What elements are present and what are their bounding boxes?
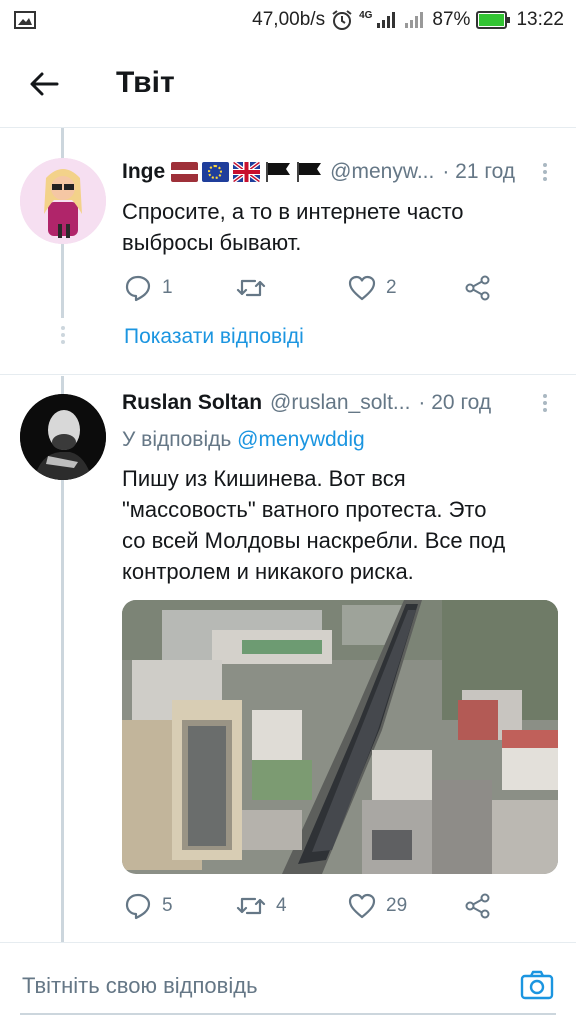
- heart-icon: [348, 893, 376, 919]
- aerial-city-photo: [122, 600, 558, 874]
- tweet1-text: Спросите, а то в интернете часто выбросы…: [122, 196, 542, 258]
- camera-icon: [520, 970, 554, 1000]
- show-replies-link[interactable]: Показати відповіді: [124, 325, 304, 349]
- reply-button[interactable]: 5: [124, 892, 236, 920]
- black-flag: [264, 162, 291, 182]
- tweet2-actions: 5 4 29: [124, 892, 492, 920]
- tweet-text-line: выбросы бывают.: [122, 230, 302, 255]
- tweet-time: · 20 год: [418, 391, 492, 414]
- reply-button[interactable]: 1: [124, 274, 236, 302]
- divider: [0, 374, 576, 375]
- more-options-icon[interactable]: [540, 163, 550, 183]
- retweet-button[interactable]: 4: [236, 892, 348, 920]
- share-icon: [465, 275, 490, 301]
- network-speed: 47,00b/s: [252, 9, 326, 30]
- avatar-image: [20, 158, 106, 244]
- tweet-text-line: контролем и никакого риска.: [122, 559, 414, 584]
- reply-composer: Твітніть свою відповідь: [0, 942, 576, 1024]
- clock: 13:22: [516, 9, 564, 30]
- latvia-flag: [171, 162, 199, 182]
- like-button[interactable]: 29: [348, 893, 464, 919]
- composer-underline: [20, 1013, 556, 1015]
- battery-percent: 87%: [432, 9, 471, 30]
- thread-dots: [60, 326, 66, 344]
- signal-icon-2: [405, 12, 424, 28]
- author-handle[interactable]: @ruslan_solt...: [270, 391, 410, 415]
- reply-input[interactable]: Твітніть свою відповідь: [22, 973, 258, 999]
- reply-to-line: У відповідь @menywddig: [122, 428, 365, 452]
- black-flag: [295, 162, 322, 182]
- tweet1-header: Inge @menyw... · 21 год: [122, 160, 515, 184]
- retweet-count: 4: [276, 895, 287, 916]
- eu-flag: [202, 162, 230, 182]
- like-button[interactable]: 2: [348, 275, 464, 301]
- reply-icon: [125, 893, 151, 920]
- tweet-text-line: "массовость" ватного протеста. Это: [122, 497, 487, 522]
- avatar-inge[interactable]: [20, 158, 106, 244]
- more-options-icon[interactable]: [540, 394, 550, 414]
- tweet-text-line: Спросите, а то в интернете часто: [122, 199, 464, 224]
- avatar-ruslan[interactable]: [20, 394, 106, 480]
- like-count: 2: [386, 277, 397, 298]
- arrow-left-icon: [30, 72, 59, 96]
- reply-icon: [125, 275, 151, 302]
- network-type: 4G: [359, 9, 373, 21]
- reply-count: 5: [162, 895, 173, 916]
- share-icon: [465, 893, 490, 919]
- page-title: Твіт: [116, 66, 175, 99]
- tweet-text-line: Пишу из Кишинева. Вот вся: [122, 466, 406, 491]
- share-button[interactable]: [464, 892, 492, 920]
- author-handle[interactable]: @menyw...: [330, 160, 434, 184]
- reply-to-prefix: У відповідь: [122, 428, 232, 451]
- heart-icon: [348, 275, 376, 301]
- reply-count: 1: [162, 277, 173, 298]
- image-icon: [14, 11, 36, 29]
- retweet-icon: [236, 279, 266, 297]
- back-button[interactable]: [26, 66, 62, 102]
- retweet-button[interactable]: [236, 274, 348, 302]
- avatar-image: [20, 394, 106, 480]
- tweet1-actions: 1 2: [124, 274, 492, 302]
- author-name[interactable]: Inge: [122, 160, 165, 184]
- share-button[interactable]: [464, 274, 492, 302]
- battery-icon: [476, 11, 511, 29]
- tweet-time: · 21 год: [442, 160, 516, 183]
- top-bar: Твіт: [0, 40, 576, 128]
- author-name[interactable]: Ruslan Soltan: [122, 391, 262, 415]
- status-bar: 47,00b/s 4G 87% 13:22: [0, 0, 576, 40]
- reply-mention-link[interactable]: @menywddig: [237, 428, 365, 451]
- alarm-icon: [332, 10, 352, 30]
- uk-flag: [233, 162, 261, 182]
- tweet-text-line: со всей Молдовы наскребли. Все под: [122, 528, 506, 553]
- tweet-photo[interactable]: [122, 600, 558, 874]
- tweet2-header: Ruslan Soltan @ruslan_solt... · 20 год: [122, 391, 491, 415]
- retweet-icon: [236, 897, 266, 915]
- tweet2-text: Пишу из Кишинева. Вот вся "массовость" в…: [122, 463, 562, 587]
- like-count: 29: [386, 895, 408, 916]
- name-flags: [171, 162, 322, 182]
- signal-icon: [377, 12, 396, 28]
- camera-button[interactable]: [519, 967, 555, 1003]
